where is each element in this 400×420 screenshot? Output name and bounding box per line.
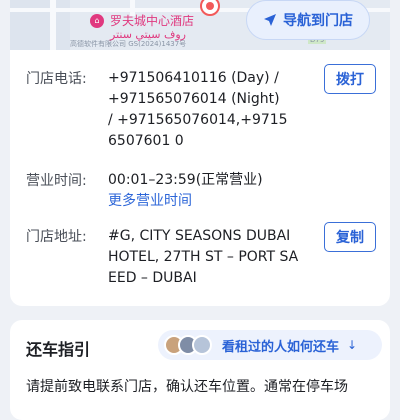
phone-value: +971506410116 (Day) / +971565076014 (Nig… bbox=[108, 70, 288, 149]
store-map[interactable]: ⌂ 罗夫城中心酒店 روف سيتي سنتر 高德软件有限公司 GS(2024… bbox=[10, 0, 390, 50]
return-guide-card: 还车指引 看租过的人如何还车 ↓ 请提前致电联系门店，确认还车位置。通常在停车场 bbox=[10, 320, 390, 420]
hours-value: 00:01–23:59(正常营业) 更多营业时间 bbox=[108, 170, 288, 212]
pill-text: 看租过的人如何还车 bbox=[222, 339, 340, 355]
hours-text: 00:01–23:59(正常营业) bbox=[108, 172, 263, 188]
car-location-icon bbox=[200, 0, 220, 16]
address-value: #G, CITY SEASONS DUBAI HOTEL, 27TH ST – … bbox=[108, 228, 299, 286]
more-hours-link[interactable]: 更多营业时间 bbox=[108, 191, 288, 212]
see-how-others-returned-button[interactable]: 看租过的人如何还车 ↓ bbox=[158, 330, 382, 360]
address-label: 门店地址: bbox=[26, 229, 87, 245]
map-attribution: 高德软件有限公司 GS(2024)1437号 bbox=[70, 40, 187, 48]
phone-label: 门店电话: bbox=[26, 71, 87, 87]
arrow-down-icon: ↓ bbox=[347, 338, 358, 352]
navigate-label: 导航到门店 bbox=[283, 13, 353, 29]
navigation-arrow-icon bbox=[264, 14, 276, 26]
call-button[interactable]: 拨打 bbox=[324, 64, 376, 94]
return-guide-text: 请提前致电联系门店，确认还车位置。通常在停车场 bbox=[26, 379, 348, 395]
hotel-pin-icon: ⌂ bbox=[90, 14, 104, 28]
return-guide-title: 还车指引 bbox=[26, 340, 91, 359]
hours-label: 营业时间: bbox=[26, 173, 87, 189]
avatar-group bbox=[164, 335, 212, 355]
poi-name: 罗夫城中心酒店 bbox=[110, 14, 195, 28]
copy-button[interactable]: 复制 bbox=[324, 222, 376, 252]
navigate-to-store-button[interactable]: 导航到门店 bbox=[246, 0, 370, 40]
store-info-card: ⌂ 罗夫城中心酒店 روف سيتي سنتر 高德软件有限公司 GS(2024… bbox=[10, 0, 390, 306]
avatar bbox=[192, 335, 212, 355]
